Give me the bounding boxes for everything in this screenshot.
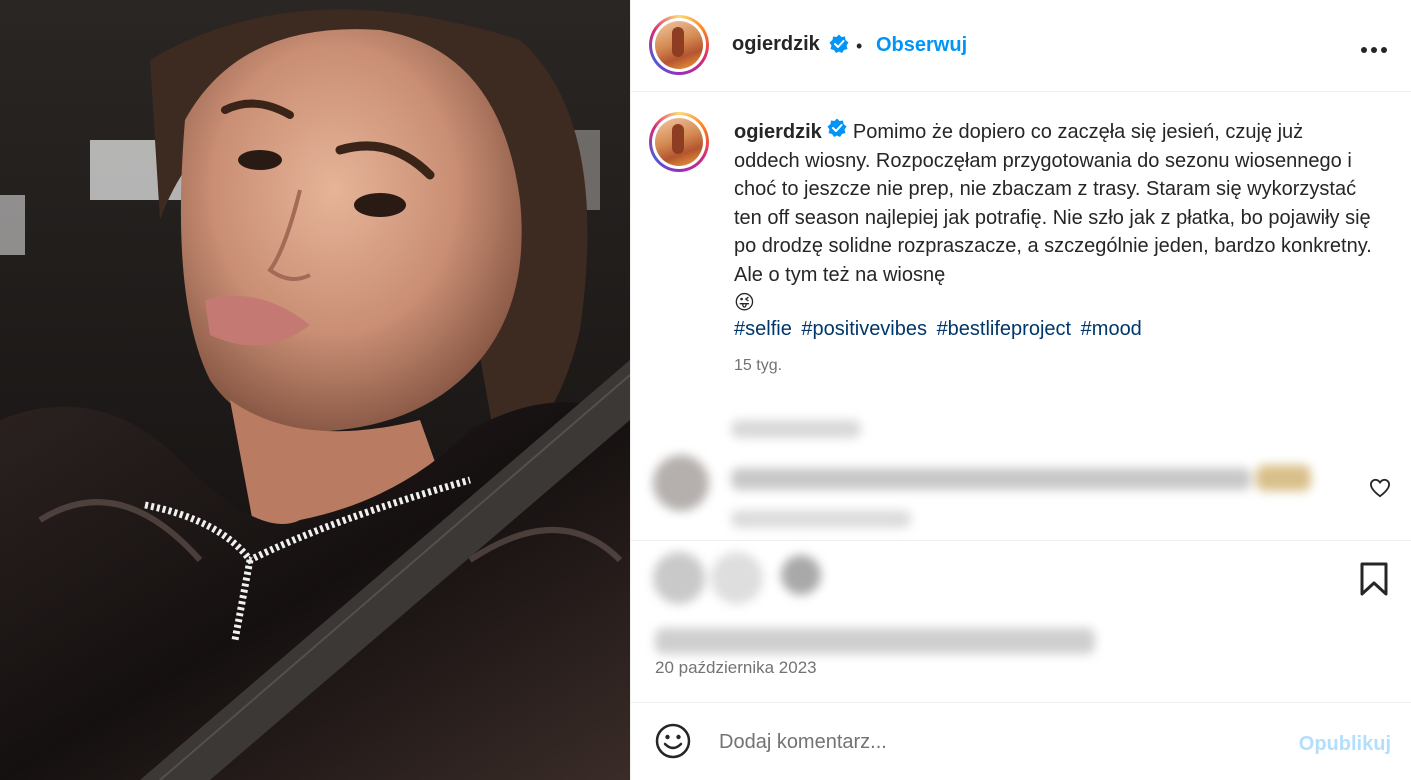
caption-username[interactable]: ogierdzik — [734, 121, 822, 143]
comment-bar: Opublikuj — [631, 702, 1411, 780]
comment-input[interactable] — [717, 725, 1261, 759]
post-date: 20 października 2023 — [655, 658, 817, 677]
hashtag-list: #selfie #positivevibes #bestlifeproject … — [734, 318, 1146, 341]
post-header: ogierdzik • Obserwuj — [631, 0, 1411, 92]
caption-timestamp[interactable]: 15 tyg. — [734, 357, 782, 375]
actions-divider — [631, 540, 1411, 541]
post-photo[interactable] — [0, 0, 630, 780]
author-avatar[interactable] — [649, 15, 709, 75]
publish-button[interactable]: Opublikuj — [1299, 733, 1391, 756]
instagram-post: ogierdzik • Obserwuj ogierdzik Pomimo że… — [0, 0, 1411, 780]
header-separator: • — [856, 36, 863, 56]
selfie-image — [0, 0, 630, 780]
post-side-panel: ogierdzik • Obserwuj ogierdzik Pomimo że… — [630, 0, 1411, 780]
follow-button[interactable]: Obserwuj — [876, 34, 967, 57]
author-username[interactable]: ogierdzik — [732, 33, 820, 56]
verified-badge-icon — [829, 34, 849, 59]
post-caption: ogierdzik Pomimo że dopiero co zaczęła s… — [734, 118, 1374, 318]
emoji-icon[interactable] — [655, 723, 691, 764]
hashtag-link[interactable]: #bestlifeproject — [937, 318, 1072, 340]
more-options-icon[interactable] — [1361, 30, 1387, 61]
hashtag-link[interactable]: #selfie — [734, 318, 792, 340]
verified-badge-icon — [827, 118, 847, 147]
hashtag-link[interactable]: #mood — [1081, 318, 1142, 340]
bookmark-icon[interactable] — [1359, 562, 1389, 601]
like-comment-heart-icon[interactable] — [1369, 478, 1391, 503]
hashtag-link[interactable]: #positivevibes — [801, 318, 927, 340]
caption-emoji: 😜 — [734, 292, 755, 315]
caption-author-avatar[interactable] — [649, 112, 709, 172]
